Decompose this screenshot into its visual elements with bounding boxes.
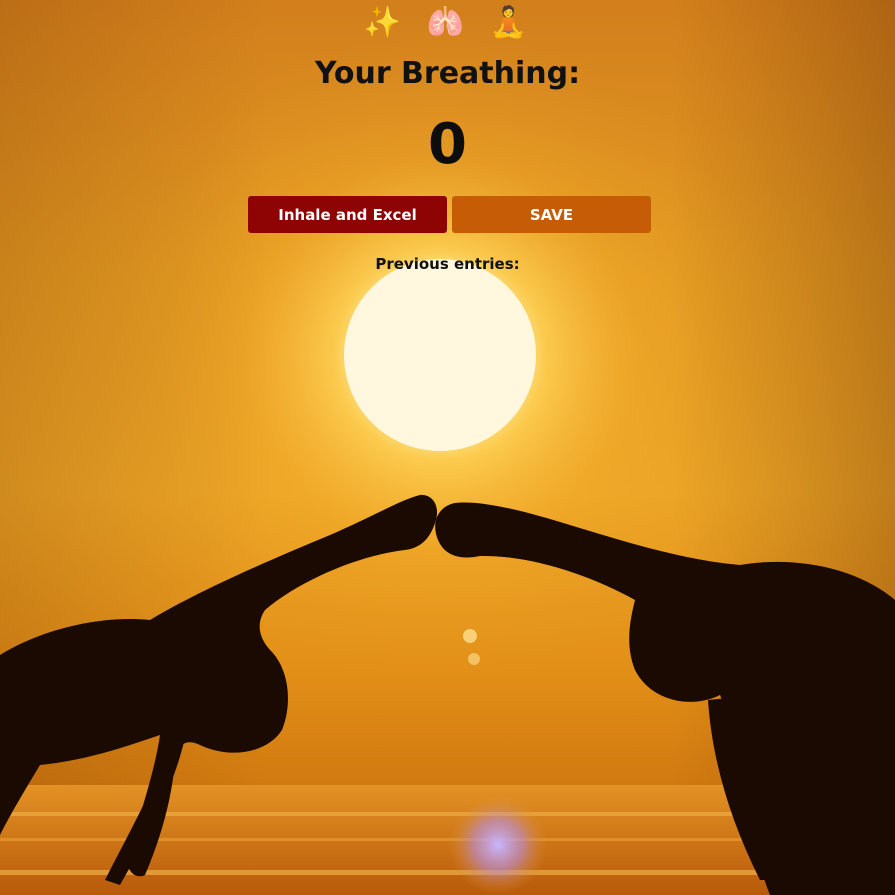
lungs-icon: 🫁 — [426, 5, 469, 40]
breath-counter: 0 — [428, 112, 467, 177]
inhale-button[interactable]: Inhale and Excel — [248, 196, 447, 233]
app-screen: ✨ 🫁 🧘 Your Breathing: 0 Inhale and Excel… — [0, 0, 895, 895]
previous-entries-heading: Previous entries: — [375, 255, 520, 273]
sparkles-icon: ✨ — [363, 5, 406, 40]
meditation-icon: 🧘 — [489, 5, 532, 40]
header-icons: ✨ 🫁 🧘 — [0, 4, 895, 42]
page-title: Your Breathing: — [314, 56, 581, 91]
save-button[interactable]: SAVE — [452, 196, 651, 233]
